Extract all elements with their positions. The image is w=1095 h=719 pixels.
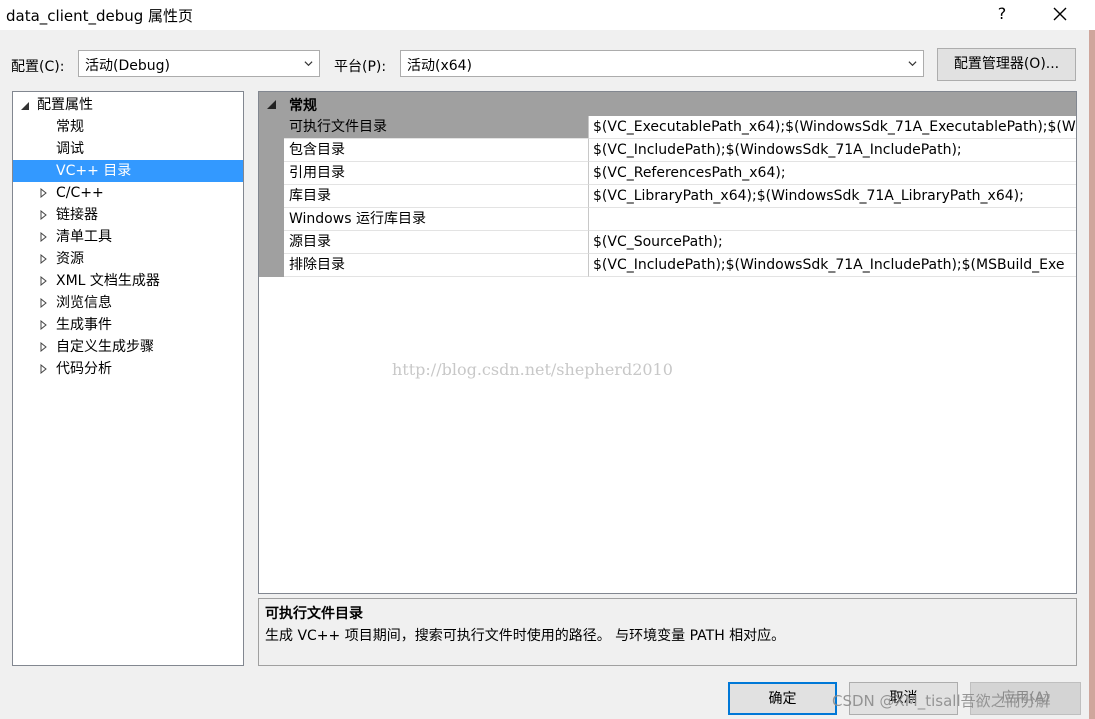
property-row[interactable]: 引用目录 $(VC_ReferencesPath_x64); xyxy=(284,162,1076,185)
tree-item[interactable]: 调试 xyxy=(13,138,243,160)
property-value[interactable]: $(VC_ExecutablePath_x64);$(WindowsSdk_71… xyxy=(589,116,1076,139)
tree-item[interactable]: 常规 xyxy=(13,116,243,138)
property-name: 可执行文件目录 xyxy=(284,116,589,139)
description-panel: 可执行文件目录 生成 VC++ 项目期间，搜索可执行文件时使用的路径。 与环境变… xyxy=(258,598,1077,666)
platform-label: 平台(P): xyxy=(334,59,387,75)
tree-item[interactable]: 代码分析 xyxy=(13,358,243,380)
tree-item-label: C/C++ xyxy=(56,185,104,201)
property-name: 源目录 xyxy=(284,231,589,254)
config-value: 活动(Debug) xyxy=(85,58,170,74)
tree-item-label: 浏览信息 xyxy=(56,295,112,311)
property-row[interactable]: 库目录 $(VC_LibraryPath_x64);$(WindowsSdk_71… xyxy=(284,185,1076,208)
collapsed-triangle-icon[interactable] xyxy=(40,342,48,352)
tree-item[interactable]: C/C++ xyxy=(13,182,243,204)
tree-item[interactable]: 资源 xyxy=(13,248,243,270)
description-title: 可执行文件目录 xyxy=(265,606,363,622)
property-value[interactable]: $(VC_IncludePath);$(WindowsSdk_71A_Inclu… xyxy=(589,139,1076,162)
tree-item[interactable]: XML 文档生成器 xyxy=(13,270,243,292)
property-name: 引用目录 xyxy=(284,162,589,185)
close-button[interactable] xyxy=(1046,2,1074,26)
collapsed-triangle-icon[interactable] xyxy=(40,276,48,286)
property-value[interactable]: $(VC_LibraryPath_x64);$(WindowsSdk_71A_L… xyxy=(589,185,1076,208)
tree-item-label: 链接器 xyxy=(56,207,98,223)
grid-gutter xyxy=(259,116,284,277)
config-label: 配置(C): xyxy=(11,59,65,75)
description-text: 生成 VC++ 项目期间，搜索可执行文件时使用的路径。 与环境变量 PATH 相… xyxy=(265,628,786,644)
collapsed-triangle-icon[interactable] xyxy=(40,254,48,264)
property-row[interactable]: 排除目录 $(VC_IncludePath);$(WindowsSdk_71A_I… xyxy=(284,254,1076,277)
tree-item-label: 代码分析 xyxy=(56,361,112,377)
category-header[interactable]: 常规 xyxy=(259,92,1076,116)
help-button[interactable]: ? xyxy=(990,2,1014,26)
tree-item[interactable]: 生成事件 xyxy=(13,314,243,336)
tree-item[interactable]: 浏览信息 xyxy=(13,292,243,314)
tree-item-label: 清单工具 xyxy=(56,229,112,245)
tree-item-label: 常规 xyxy=(56,119,84,135)
collapsed-triangle-icon[interactable] xyxy=(40,210,48,220)
tree-item-label: VC++ 目录 xyxy=(56,163,132,179)
tree-item-label: 生成事件 xyxy=(56,317,112,333)
expanded-triangle-icon xyxy=(267,100,276,109)
config-select[interactable]: 活动(Debug) xyxy=(78,50,320,77)
property-row[interactable]: Windows 运行库目录 xyxy=(284,208,1076,231)
collapsed-triangle-icon[interactable] xyxy=(40,364,48,374)
property-value[interactable]: $(VC_IncludePath);$(WindowsSdk_71A_Inclu… xyxy=(589,254,1076,277)
property-value[interactable] xyxy=(589,208,1076,231)
window-title: data_client_debug 属性页 xyxy=(6,7,194,25)
category-label: 常规 xyxy=(289,98,317,114)
property-row[interactable]: 包含目录 $(VC_IncludePath);$(WindowsSdk_71A_I… xyxy=(284,139,1076,162)
tree-item[interactable]: 自定义生成步骤 xyxy=(13,336,243,358)
close-icon xyxy=(1053,7,1067,21)
config-manager-button[interactable]: 配置管理器(O)... xyxy=(937,48,1076,81)
tree-item[interactable]: VC++ 目录 xyxy=(13,160,243,182)
tree-item[interactable]: 链接器 xyxy=(13,204,243,226)
expanded-triangle-icon xyxy=(21,102,29,110)
blog-watermark: http://blog.csdn.net/shepherd2010 xyxy=(392,360,673,379)
platform-select[interactable]: 活动(x64) xyxy=(400,50,924,77)
collapsed-triangle-icon[interactable] xyxy=(40,232,48,242)
property-row[interactable]: 源目录 $(VC_SourcePath); xyxy=(284,231,1076,254)
property-name: 排除目录 xyxy=(284,254,589,277)
property-grid: 常规 可执行文件目录 $(VC_ExecutablePath_x64);$(Win… xyxy=(258,91,1077,594)
property-tree: 配置属性 常规调试 VC++ 目录 C/C++ 链接器清单工具资源 XML 文档生成器浏… xyxy=(12,91,244,666)
tree-root-label: 配置属性 xyxy=(37,97,93,113)
property-name: Windows 运行库目录 xyxy=(284,208,589,231)
tree-item[interactable]: 清单工具 xyxy=(13,226,243,248)
title-bar: data_client_debug 属性页 ? xyxy=(0,0,1095,30)
tree-item-label: 资源 xyxy=(56,251,84,267)
tree-item-label: 调试 xyxy=(56,141,84,157)
collapsed-triangle-icon[interactable] xyxy=(40,320,48,330)
window-edge xyxy=(1089,30,1095,719)
chevron-down-icon xyxy=(304,61,313,67)
tree-item-label: 自定义生成步骤 xyxy=(56,339,154,355)
property-row[interactable]: 可执行文件目录 $(VC_ExecutablePath_x64);$(Window… xyxy=(284,116,1076,139)
property-value[interactable]: $(VC_ReferencesPath_x64); xyxy=(589,162,1076,185)
platform-value: 活动(x64) xyxy=(407,58,473,74)
property-name: 库目录 xyxy=(284,185,589,208)
tree-item-label: XML 文档生成器 xyxy=(56,273,160,289)
ok-button[interactable]: 确定 xyxy=(728,682,837,715)
collapsed-triangle-icon[interactable] xyxy=(40,188,48,198)
tree-root[interactable]: 配置属性 xyxy=(13,94,243,116)
csdn-watermark: CSDN @XM_tisall吾欲之而分解 xyxy=(832,692,1051,710)
chevron-down-icon xyxy=(908,61,917,67)
collapsed-triangle-icon[interactable] xyxy=(40,298,48,308)
property-value[interactable]: $(VC_SourcePath); xyxy=(589,231,1076,254)
property-name: 包含目录 xyxy=(284,139,589,162)
